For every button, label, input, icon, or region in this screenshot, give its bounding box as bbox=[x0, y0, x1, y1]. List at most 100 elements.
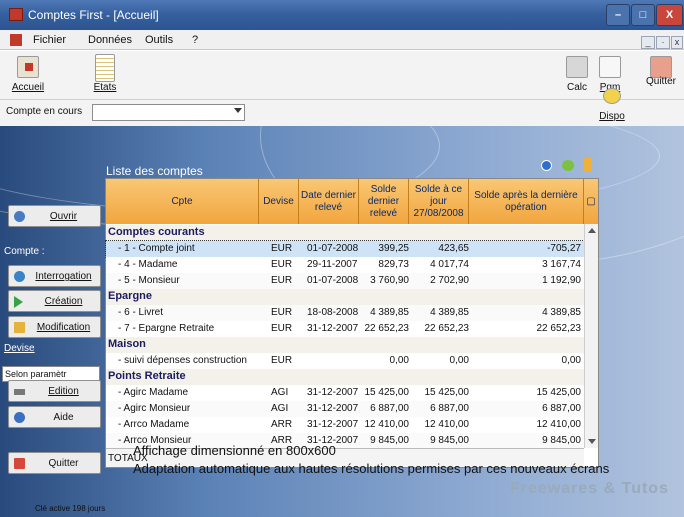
cell-cpte: - 1 - Compte joint bbox=[118, 243, 195, 254]
cell-solde_releve: 0,00 bbox=[389, 355, 409, 366]
menu-outils[interactable]: Outils bbox=[145, 34, 173, 46]
mdi-restore-button[interactable]: · bbox=[656, 36, 670, 49]
pencil-icon[interactable] bbox=[584, 158, 592, 172]
etats-button[interactable]: Etats bbox=[88, 53, 122, 97]
table-row[interactable]: - 6 - Livret EUR 18-08-2008 4 389,85 4 389,8… bbox=[106, 305, 584, 321]
trash-icon[interactable]: ▢ bbox=[584, 179, 598, 224]
cell-date: 29-11-2007 bbox=[307, 259, 358, 270]
cell-solde_jour: 12 410,00 bbox=[424, 419, 470, 430]
cell-date: 31-12-2007 bbox=[307, 403, 359, 414]
table-row[interactable]: - Arrco Madame ARR 31-12-2007 12 410,00 12 4… bbox=[106, 417, 584, 433]
col-header-devise[interactable]: Devise bbox=[259, 179, 299, 224]
interrogation-icon bbox=[14, 271, 25, 282]
close-button[interactable]: X bbox=[656, 4, 683, 26]
table-row[interactable]: - suivi dépenses construction EUR 0,00 0,00… bbox=[106, 353, 584, 369]
modification-button[interactable]: Modification bbox=[8, 316, 101, 338]
cell-devise: EUR bbox=[271, 323, 293, 334]
dispo-icon bbox=[603, 88, 621, 104]
quitter-side-label: Quitter bbox=[48, 458, 79, 469]
col-header-solde-releve[interactable]: Solde dernier relevé bbox=[359, 179, 409, 224]
account-bar: Compte en cours bbox=[0, 100, 684, 126]
cell-solde_apres: 12 410,00 bbox=[536, 419, 582, 430]
app-icon bbox=[9, 8, 23, 21]
cell-solde_releve: 3 760,90 bbox=[370, 275, 409, 286]
group-row: Epargne bbox=[106, 289, 584, 305]
edition-button[interactable]: Edition bbox=[8, 380, 101, 402]
cell-devise: EUR bbox=[271, 243, 293, 254]
etats-label: Etats bbox=[93, 82, 117, 93]
calc-button[interactable]: Calc bbox=[562, 53, 592, 97]
cell-solde_jour: 2 702,90 bbox=[430, 275, 469, 286]
ouvrir-label: Ouvrir bbox=[49, 211, 78, 222]
col-header-solde-jour[interactable]: Solde à ce jour 27/08/2008 bbox=[409, 179, 469, 224]
print-icon bbox=[14, 389, 25, 395]
group-label: Epargne bbox=[108, 290, 153, 302]
cell-devise: EUR bbox=[271, 307, 293, 318]
ouvrir-button[interactable]: Ouvrir bbox=[8, 205, 101, 227]
cell-solde_apres: -705,27 bbox=[547, 243, 581, 254]
calculator-icon bbox=[566, 56, 588, 78]
accounts-table: Cpte Devise Date dernier relevé Solde de… bbox=[105, 178, 599, 468]
minimize-button[interactable]: – bbox=[606, 4, 630, 26]
scroll-up-icon[interactable] bbox=[588, 228, 596, 233]
cell-solde_releve: 399,25 bbox=[378, 243, 409, 254]
check-icon[interactable] bbox=[541, 160, 552, 171]
group-label: Comptes courants bbox=[108, 226, 205, 238]
help-icon bbox=[14, 412, 25, 423]
creation-label: Création bbox=[44, 296, 83, 307]
cell-solde_apres: 0,00 bbox=[561, 355, 581, 366]
account-select[interactable] bbox=[92, 104, 245, 121]
interrogation-button[interactable]: Interrogation bbox=[8, 265, 101, 287]
window-title: Comptes First - [Accueil] bbox=[28, 8, 159, 22]
cell-solde_jour: 4 017,74 bbox=[430, 259, 469, 270]
cell-cpte: - 4 - Madame bbox=[118, 259, 178, 270]
maximize-button[interactable]: □ bbox=[631, 4, 655, 26]
cell-solde_apres: 15 425,00 bbox=[536, 387, 582, 398]
col-header-solde-apres[interactable]: Solde après la dernière opération bbox=[469, 179, 584, 224]
menu-donnees[interactable]: Données bbox=[88, 34, 132, 46]
group-row: Points Retraite bbox=[106, 369, 584, 385]
home-icon bbox=[17, 56, 39, 78]
cell-solde_releve: 829,73 bbox=[378, 259, 409, 270]
table-row[interactable]: - 5 - Monsieur EUR 01-07-2008 3 760,90 2 702… bbox=[106, 273, 584, 289]
table-row[interactable]: - 4 - Madame EUR 29-11-2007 829,73 4 017,74 3… bbox=[106, 257, 584, 273]
accueil-button[interactable]: Accueil bbox=[4, 53, 52, 97]
refresh-icon[interactable] bbox=[562, 160, 574, 171]
scroll-down-icon[interactable] bbox=[588, 439, 596, 444]
cell-solde_apres: 9 845,00 bbox=[542, 435, 581, 446]
table-row[interactable]: - 7 - Epargne Retraite EUR 31-12-2007 22 65… bbox=[106, 321, 584, 337]
menu-help[interactable]: ? bbox=[192, 34, 198, 46]
cell-solde_releve: 15 425,00 bbox=[364, 387, 410, 398]
quitter-side-button[interactable]: Quitter bbox=[8, 452, 101, 474]
cell-solde_releve: 9 845,00 bbox=[370, 435, 409, 446]
table-row[interactable]: - 1 - Compte joint EUR 01-07-2008 399,25 423… bbox=[105, 240, 585, 258]
cell-cpte: - Agirc Monsieur bbox=[118, 403, 191, 414]
cell-solde_releve: 22 652,23 bbox=[364, 323, 410, 334]
table-row[interactable]: - Agirc Madame AGI 31-12-2007 15 425,00 15 4… bbox=[106, 385, 584, 401]
create-icon bbox=[14, 296, 23, 308]
program-icon bbox=[599, 56, 621, 78]
cell-cpte: - 7 - Epargne Retraite bbox=[118, 323, 215, 334]
table-row[interactable]: - Agirc Monsieur AGI 31-12-2007 6 887,00 6 8… bbox=[106, 401, 584, 417]
calc-label: Calc bbox=[566, 82, 587, 93]
col-header-date[interactable]: Date dernier relevé bbox=[299, 179, 359, 224]
table-scrollbar[interactable] bbox=[584, 224, 598, 448]
devise-label: Devise bbox=[4, 343, 35, 354]
devise-select-value: Selon paramètr bbox=[5, 369, 67, 379]
title-bar: Comptes First - [Accueil] – □ X bbox=[0, 0, 684, 30]
quitter-toolbar-label: Quitter bbox=[645, 76, 676, 87]
cell-devise: ARR bbox=[271, 419, 293, 430]
mdi-minimize-button[interactable]: _ bbox=[641, 36, 655, 49]
aide-button[interactable]: Aide bbox=[8, 406, 101, 428]
creation-button[interactable]: Création bbox=[8, 290, 101, 312]
accueil-label: Accueil bbox=[11, 82, 45, 93]
quitter-toolbar-button[interactable]: Quitter bbox=[640, 53, 682, 97]
cell-devise: EUR bbox=[271, 355, 293, 366]
mdi-close-button[interactable]: x bbox=[671, 36, 683, 49]
dispo-button[interactable]: Dispo bbox=[598, 86, 626, 124]
document-icon bbox=[10, 34, 22, 46]
col-header-cpte[interactable]: Cpte bbox=[106, 179, 259, 224]
cell-devise: AGI bbox=[271, 387, 289, 398]
menu-fichier[interactable]: Fichier bbox=[33, 34, 66, 46]
compte-label: Compte : bbox=[4, 246, 45, 257]
